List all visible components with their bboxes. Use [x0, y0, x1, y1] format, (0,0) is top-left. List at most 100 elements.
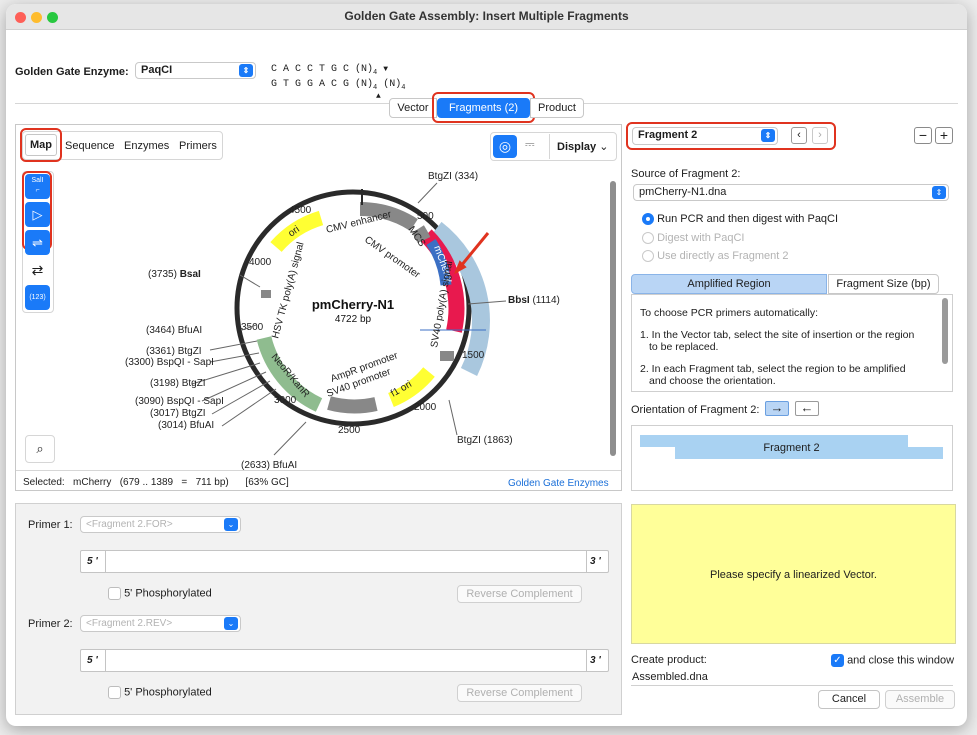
feature-cmv-enhancer: CMV enhancer: [325, 209, 393, 236]
create-product-label: Create product:: [631, 654, 707, 666]
option-run-pcr[interactable]: Run PCR and then digest with PaqCI: [642, 213, 838, 226]
checkbox[interactable]: [108, 686, 121, 699]
restriction-site-label[interactable]: (3198) BtgZI: [150, 378, 206, 389]
chevron-updown-icon: ⇕: [239, 64, 253, 77]
primer1-select[interactable]: <Fragment 2.FOR> ⌄: [80, 516, 241, 533]
orientation-label: Orientation of Fragment 2:: [631, 404, 760, 416]
primer2-reverse-complement-button[interactable]: Reverse Complement: [457, 684, 582, 702]
sv40-polya-feature: [440, 351, 454, 361]
map-panel: Map Sequence Enzymes Primers ◎ ⎓ Display…: [15, 124, 622, 491]
title-bar: Golden Gate Assembly: Insert Multiple Fr…: [6, 4, 967, 30]
recognition-site: C A C C T G C (N)4 ▼ G T G G A C G (N)4 …: [271, 64, 406, 101]
fragment-preview: Fragment 2: [631, 425, 953, 491]
chevron-updown-icon: ⇕: [932, 186, 946, 199]
source-select[interactable]: pmCherry-N1.dna ⇕: [633, 184, 949, 201]
product-name-field[interactable]: Assembled.dna: [631, 669, 953, 686]
tab-vector[interactable]: Vector: [389, 98, 437, 118]
info-line: 1. In the Vector tab, select the site of…: [640, 329, 915, 341]
tick-1500: 1500: [462, 350, 485, 361]
orientation-forward-icon[interactable]: →: [765, 401, 789, 416]
selection-status: Selected: mCherry (679 .. 1389 = 711 bp)…: [23, 477, 289, 488]
radio[interactable]: [642, 232, 654, 245]
primers-panel: Primer 1: <Fragment 2.FOR> ⌄ 5 ' 3 ' 5' P…: [15, 503, 622, 715]
restriction-site-label[interactable]: BtgZI (1863): [457, 435, 513, 446]
source-label: Source of Fragment 2:: [631, 168, 741, 180]
map-scrollbar[interactable]: [610, 181, 616, 456]
dialog-window: Golden Gate Assembly: Insert Multiple Fr…: [6, 4, 967, 726]
orientation-reverse-icon[interactable]: ←: [795, 401, 819, 416]
enzyme-label: Golden Gate Enzyme:: [15, 66, 129, 78]
previous-fragment-button[interactable]: ‹: [791, 127, 807, 144]
remove-fragment-button[interactable]: −: [914, 127, 932, 144]
chevron-down-icon: ⌄: [224, 518, 238, 531]
minimize-window-button[interactable]: [31, 12, 42, 23]
tick-4000: 4000: [249, 257, 272, 268]
info-scrollbar[interactable]: [942, 298, 948, 364]
primer2-label: Primer 2:: [28, 618, 73, 630]
restriction-site-label[interactable]: (3014) BfuAI: [158, 420, 214, 431]
next-fragment-button[interactable]: ›: [812, 127, 828, 144]
primer2-phosphorylated[interactable]: 5' Phosphorylated: [108, 686, 212, 699]
add-fragment-button[interactable]: +: [935, 127, 953, 144]
primer1-phosphorylated[interactable]: 5' Phosphorylated: [108, 587, 212, 600]
window-title: Golden Gate Assembly: Insert Multiple Fr…: [344, 9, 629, 23]
option-digest[interactable]: Digest with PaqCI: [642, 232, 745, 245]
radio-selected[interactable]: [642, 213, 654, 226]
tick-3500: 3500: [241, 322, 264, 333]
restriction-site-label[interactable]: (2633) BfuAI: [241, 460, 297, 470]
info-line: to be replaced.: [649, 341, 719, 353]
option-use-directly[interactable]: Use directly as Fragment 2: [642, 250, 789, 263]
sv40-promoter-arc: [327, 396, 378, 414]
zoom-window-button[interactable]: [47, 12, 58, 23]
tab-fragments[interactable]: Fragments (2): [437, 98, 530, 118]
restriction-site-label[interactable]: BbsI (1114): [508, 295, 560, 306]
close-window-button[interactable]: [15, 12, 26, 23]
primer2-sequence-field[interactable]: 5 ' 3 ': [80, 649, 609, 672]
info-line: 2. In each Fragment tab, select the regi…: [640, 363, 906, 375]
tick-3000: 3000: [274, 395, 297, 406]
close-window-checkbox[interactable]: ✓ and close this window: [831, 654, 954, 667]
primer1-sequence-field[interactable]: 5 ' 3 ': [80, 550, 609, 573]
enzyme-select[interactable]: PaqCI ⇕: [135, 62, 256, 79]
cancel-button[interactable]: Cancel: [818, 690, 880, 709]
restriction-site-label[interactable]: (3735) BsaI: [148, 269, 201, 280]
info-line: and choose the orientation.: [649, 375, 776, 387]
radio[interactable]: [642, 250, 654, 263]
golden-gate-enzymes-link[interactable]: Golden Gate Enzymes: [508, 478, 609, 489]
chevron-down-icon: ⌄: [224, 617, 238, 630]
tab-product[interactable]: Product: [530, 98, 584, 118]
restriction-site-label[interactable]: (3300) BspQI - SapI: [125, 357, 214, 368]
restriction-site-label[interactable]: (3017) BtgZI: [150, 408, 206, 419]
three-prime-label: 3 ': [590, 556, 601, 567]
checkbox[interactable]: [108, 587, 121, 600]
primer1-reverse-complement-button[interactable]: Reverse Complement: [457, 585, 582, 603]
plasmid-size: 4722 bp: [335, 314, 372, 325]
chevron-updown-icon: ⇕: [761, 129, 775, 142]
check-icon[interactable]: ✓: [831, 654, 844, 667]
feature-hsv-tk-polya: HSV TK poly(A) signal: [270, 241, 306, 340]
plasmid-name: pmCherry-N1: [312, 297, 394, 312]
fragment-bar-label: Fragment 2: [763, 442, 820, 454]
primer2-select[interactable]: <Fragment 2.REV> ⌄: [80, 615, 241, 632]
enzyme-value: PaqCI: [141, 64, 173, 76]
tick-500: 500: [417, 211, 434, 222]
restriction-site-label[interactable]: (3090) BspQI - SapI: [135, 396, 224, 407]
primer1-label: Primer 1:: [28, 519, 73, 531]
tick-2000: 2000: [414, 402, 437, 413]
five-prime-label: 5 ': [87, 556, 98, 567]
restriction-site-label[interactable]: (3361) BtgZI: [146, 346, 202, 357]
tick-4500: 4500: [289, 205, 312, 216]
three-prime-label: 3 ': [590, 655, 601, 666]
five-prime-label: 5 ': [87, 655, 98, 666]
plasmid-map[interactable]: 500 1500 2000 2500 3000 3500 4000 4500 o…: [16, 125, 606, 470]
restriction-site-label[interactable]: (3464) BfuAI: [146, 325, 202, 336]
restriction-site-label[interactable]: BtgZI (334): [428, 171, 478, 182]
bsai-feature: [261, 290, 271, 298]
info-line: To choose PCR primers automatically:: [640, 307, 818, 319]
fragment-select[interactable]: Fragment 2 ⇕: [632, 127, 778, 145]
message-box: Please specify a linearized Vector.: [631, 504, 956, 644]
assemble-button[interactable]: Assemble: [885, 690, 955, 709]
tick-2500: 2500: [338, 425, 361, 436]
tab-fragment-size[interactable]: Fragment Size (bp): [828, 274, 939, 294]
tab-amplified-region[interactable]: Amplified Region: [631, 274, 827, 294]
